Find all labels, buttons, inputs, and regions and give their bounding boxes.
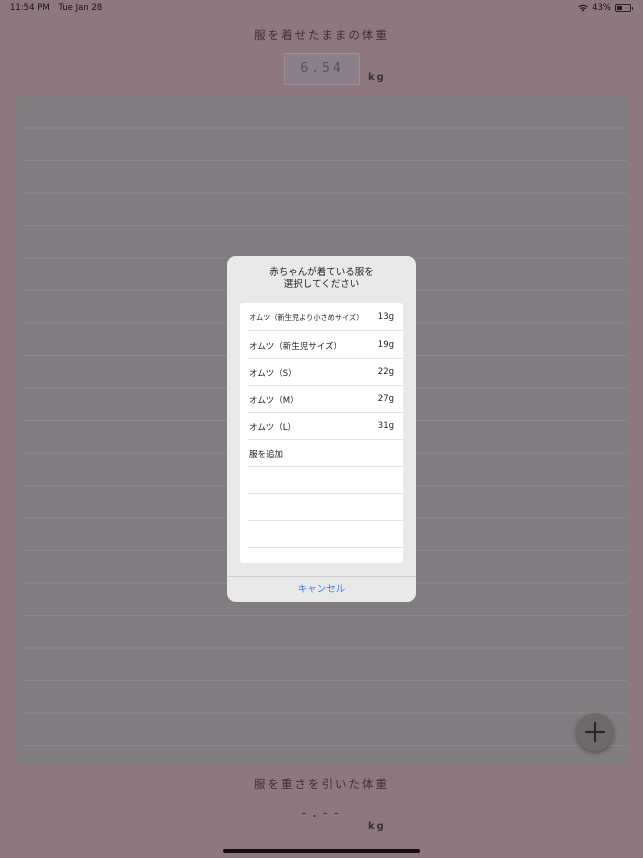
cancel-button[interactable]: キャンセル xyxy=(227,577,416,602)
weight-input[interactable]: 6.54 xyxy=(284,53,360,85)
clothes-select-dialog: 赤ちゃんが着ている服を 選択してください オムツ（新生児より小さめサイズ） 13… xyxy=(227,256,416,602)
option-name: オムツ（M） xyxy=(249,396,299,406)
dialog-title: 赤ちゃんが着ている服を 選択してください xyxy=(227,267,416,291)
option-weight: 13g xyxy=(377,312,394,322)
net-weight-value: -.-- xyxy=(299,806,344,821)
option-name: オムツ（S） xyxy=(249,369,297,379)
battery-percent: 43% xyxy=(592,3,611,13)
add-clothes-row[interactable]: 服を追加 xyxy=(248,439,403,467)
weight-with-clothes-title: 服を着せたままの体重 xyxy=(254,28,389,42)
wifi-icon xyxy=(578,4,588,12)
dialog-title-line1: 赤ちゃんが着ている服を xyxy=(269,267,374,278)
option-row[interactable]: オムツ（新生児サイズ） 19g xyxy=(248,331,403,359)
option-name: オムツ（L） xyxy=(249,423,296,433)
option-weight: 27g xyxy=(377,394,394,404)
battery-icon xyxy=(615,4,633,12)
add-button[interactable] xyxy=(576,713,614,751)
option-weight: 19g xyxy=(377,340,394,350)
status-time: 11:54 PM xyxy=(10,3,50,13)
option-row[interactable]: オムツ（L） 31g xyxy=(248,412,403,440)
dialog-title-line2: 選択してください xyxy=(283,279,360,290)
weight-unit-bottom: kg xyxy=(368,821,386,832)
weight-unit-top: kg xyxy=(368,72,386,83)
option-name: オムツ（新生児より小さめサイズ） xyxy=(249,313,364,322)
home-indicator[interactable] xyxy=(223,849,420,853)
option-row[interactable]: オムツ（S） 22g xyxy=(248,358,403,386)
add-clothes-label: 服を追加 xyxy=(249,450,284,460)
empty-row xyxy=(248,493,403,521)
empty-row xyxy=(248,520,403,548)
option-row[interactable]: オムツ（M） 27g xyxy=(248,385,403,413)
clothes-option-list: オムツ（新生児より小さめサイズ） 13g オムツ（新生児サイズ） 19g オムツ… xyxy=(240,303,403,563)
option-weight: 22g xyxy=(377,367,394,377)
status-bar: 11:54 PM Tue Jan 28 43% xyxy=(0,0,643,16)
status-date: Tue Jan 28 xyxy=(58,3,103,13)
option-name: オムツ（新生児サイズ） xyxy=(249,342,342,352)
empty-row xyxy=(248,466,403,494)
plus-icon xyxy=(585,722,605,742)
weight-without-clothes-title: 服を重さを引いた体重 xyxy=(254,777,389,791)
option-row[interactable]: オムツ（新生児より小さめサイズ） 13g xyxy=(248,303,403,331)
option-weight: 31g xyxy=(377,421,394,431)
